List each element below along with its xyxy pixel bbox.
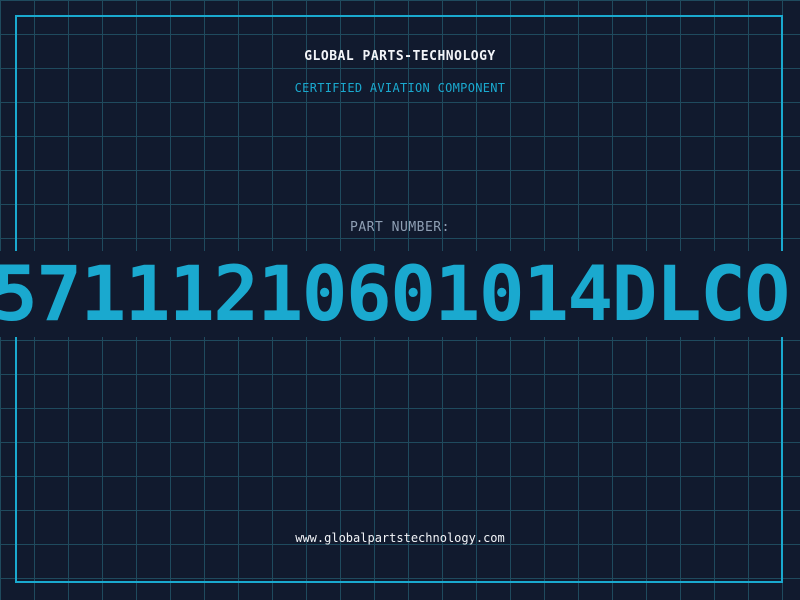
part-number-band: 57111210601014DLCO: [0, 251, 800, 337]
company-name: GLOBAL PARTS-TECHNOLOGY: [304, 49, 496, 64]
certification-tagline: CERTIFIED AVIATION COMPONENT: [294, 81, 506, 95]
website-link[interactable]: www.globalpartstechnology.com: [0, 531, 800, 545]
part-number-label: PART NUMBER:: [350, 220, 450, 235]
part-number-value: 57111210601014DLCO: [0, 251, 790, 337]
part-card: GLOBAL PARTS-TECHNOLOGY CERTIFIED AVIATI…: [0, 0, 800, 600]
